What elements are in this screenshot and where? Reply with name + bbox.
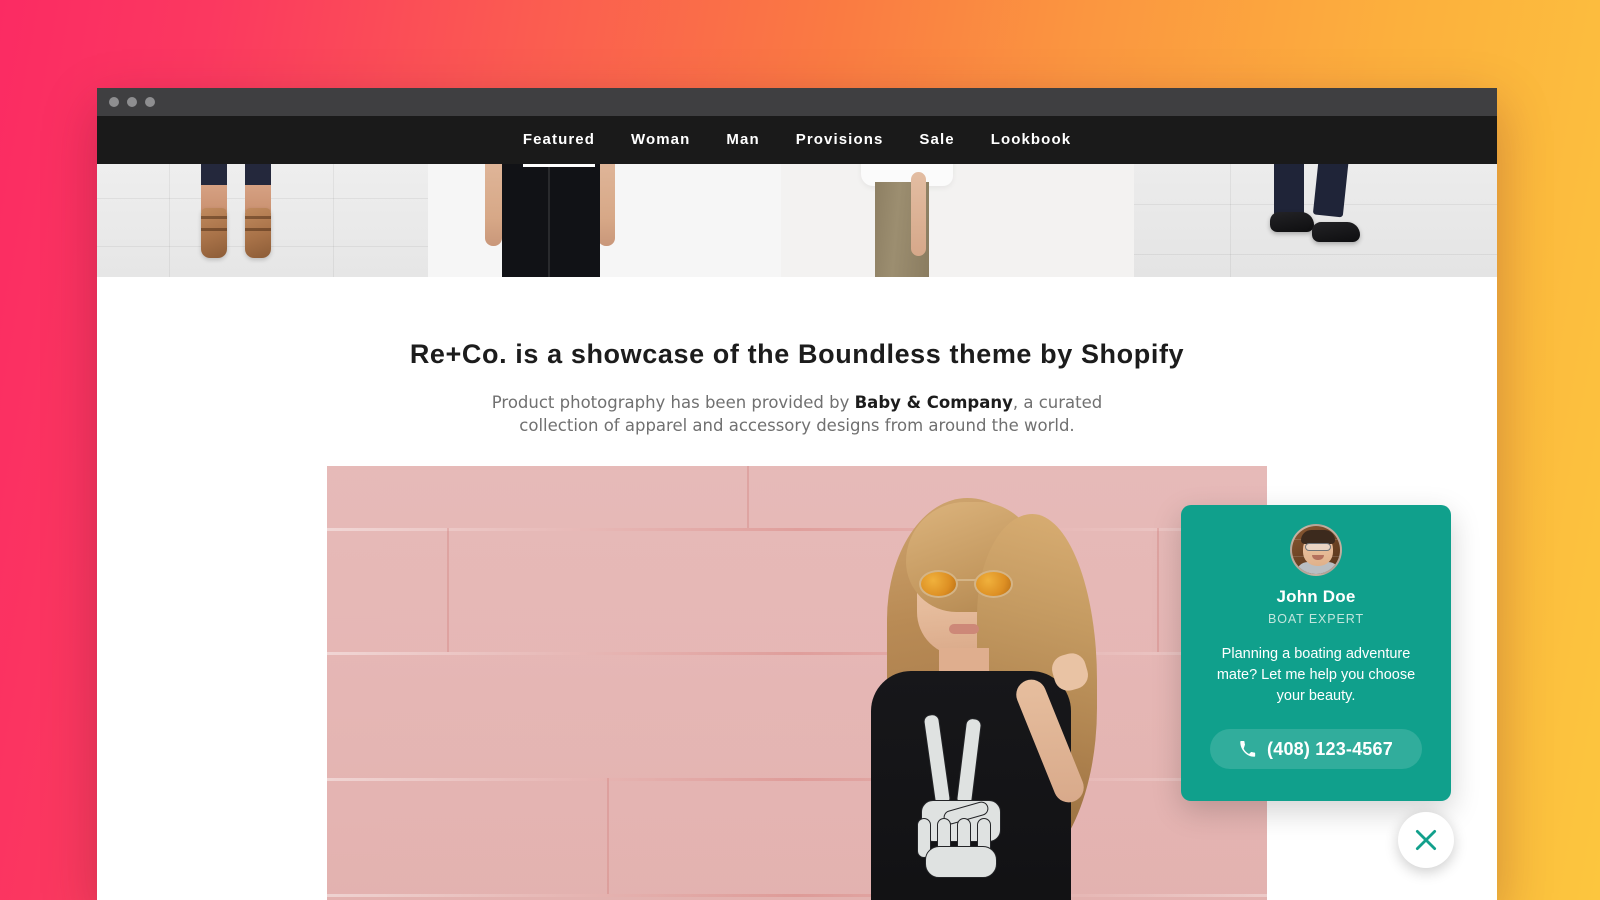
sunglasses	[919, 569, 1015, 598]
minimize-dot[interactable]	[127, 97, 137, 107]
close-dot[interactable]	[109, 97, 119, 107]
hero-product-strip	[97, 164, 1497, 277]
agent-name: John Doe	[1276, 587, 1356, 606]
skeleton-hand-print	[903, 713, 1023, 879]
close-x-icon	[1415, 829, 1437, 851]
hero-panel-navy-loafers[interactable]	[1134, 164, 1497, 277]
agent-role: BOAT EXPERT	[1267, 612, 1365, 626]
close-chat-button[interactable]	[1398, 812, 1454, 868]
nav-item-sale[interactable]: Sale	[919, 131, 954, 150]
browser-chrome-bar	[97, 88, 1497, 116]
phone-icon	[1240, 740, 1256, 757]
nav-list: Featured Woman Man Provisions Sale Lookb…	[522, 131, 1071, 167]
nav-item-man[interactable]: Man	[726, 131, 759, 150]
agent-message: Planning a boating adventure mate? Let m…	[1216, 646, 1416, 705]
hero-panel-black-trousers[interactable]	[428, 164, 781, 277]
nav-item-provisions[interactable]: Provisions	[796, 131, 884, 150]
hero-panel-sandals[interactable]	[97, 164, 428, 277]
site-navigation: Featured Woman Man Provisions Sale Lookb…	[97, 116, 1497, 167]
hero-panel-olive-skirt[interactable]	[781, 164, 1134, 277]
model-figure	[767, 466, 1167, 900]
feature-photo[interactable]	[327, 465, 1267, 900]
maximize-dot[interactable]	[145, 97, 155, 107]
subcopy-text-before: Product photography has been provided by	[491, 393, 855, 412]
baby-and-company-link[interactable]: Baby & Company	[855, 393, 1013, 412]
page-subcopy: Product photography has been provided by…	[467, 391, 1127, 438]
nav-item-woman[interactable]: Woman	[631, 131, 690, 150]
chat-widget: John Doe BOAT EXPERT Planning a boating …	[1181, 505, 1451, 801]
nav-item-featured[interactable]: Featured	[522, 131, 596, 167]
agent-avatar	[1290, 524, 1342, 576]
nav-item-lookbook[interactable]: Lookbook	[991, 131, 1071, 150]
phone-number-label: (408) 123-4567	[1267, 738, 1393, 759]
page-headline: Re+Co. is a showcase of the Boundless th…	[409, 339, 1185, 369]
call-phone-button[interactable]: (408) 123-4567	[1210, 729, 1422, 770]
